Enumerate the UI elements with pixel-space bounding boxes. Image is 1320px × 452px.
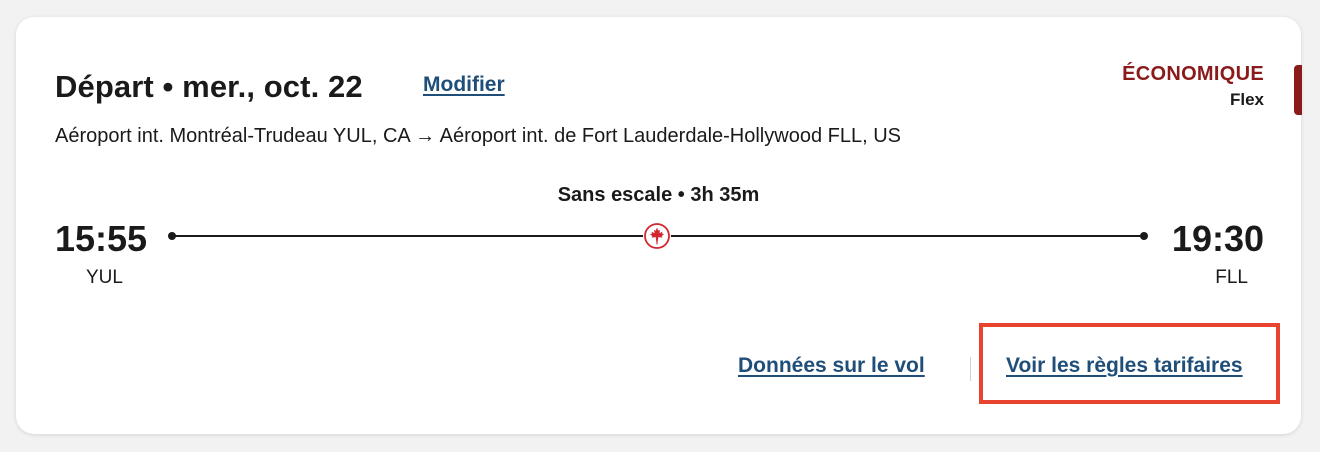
departure-code: YUL xyxy=(86,267,123,288)
maple-leaf-icon xyxy=(643,222,671,250)
arrival-code: FLL xyxy=(1215,267,1248,288)
timeline-end-dot xyxy=(1140,232,1148,240)
arrival-time: 19:30 xyxy=(1171,218,1264,259)
cabin-accent-bar xyxy=(1294,65,1302,115)
flight-card: Départ • mer., oct. 22 Modifier ÉCONOMIQ… xyxy=(16,17,1302,434)
route-text: Aéroport int. Montréal-Trudeau YUL, CA →… xyxy=(55,125,901,147)
modify-link[interactable]: Modifier xyxy=(423,73,505,97)
cabin-name: ÉCONOMIQUE xyxy=(1122,63,1264,85)
departure-title: Départ • mer., oct. 22 xyxy=(55,69,363,104)
highlight-box xyxy=(979,323,1280,404)
departure-time: 15:55 xyxy=(55,218,148,259)
link-divider xyxy=(970,357,971,381)
timeline-start-dot xyxy=(168,232,176,240)
fare-name: Flex xyxy=(1229,90,1264,109)
cabin-info: ÉCONOMIQUE Flex xyxy=(1122,63,1264,110)
flight-data-link[interactable]: Données sur le vol xyxy=(738,354,925,378)
duration-text: Sans escale • 3h 35m xyxy=(557,184,760,206)
